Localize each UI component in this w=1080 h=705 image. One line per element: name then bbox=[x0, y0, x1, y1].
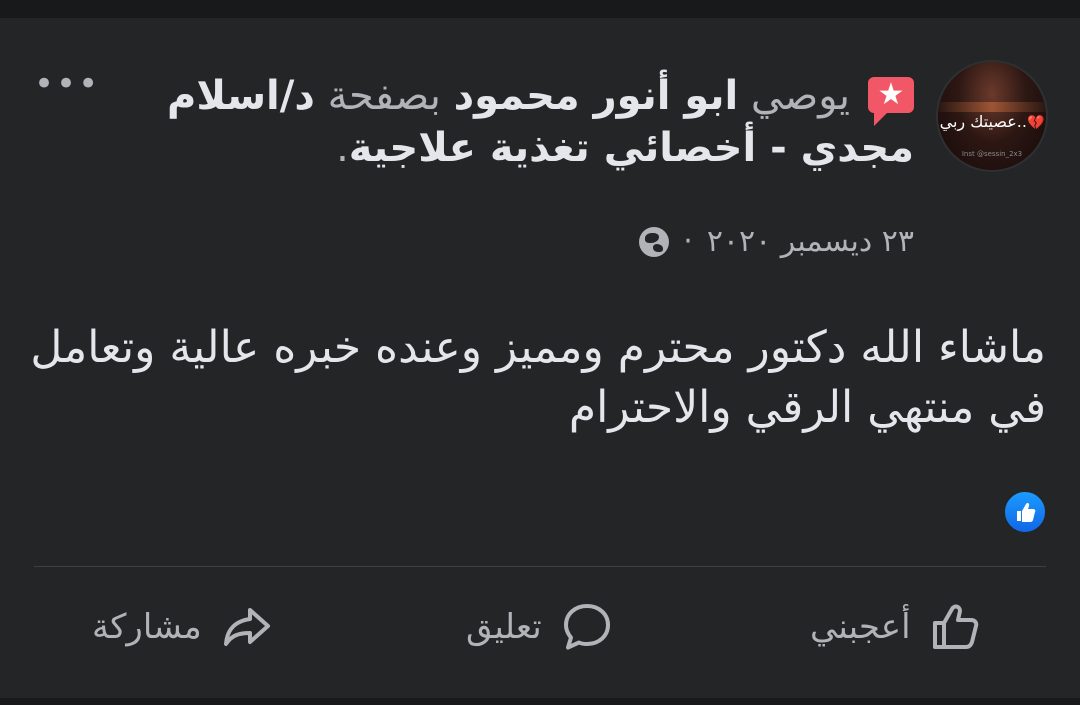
recommendation-star-icon: ★ bbox=[868, 77, 914, 126]
broken-heart-icon: 💔 bbox=[1026, 115, 1045, 131]
globe-icon bbox=[639, 227, 670, 257]
share-arrow-icon bbox=[223, 608, 270, 646]
post-meta: ٢٣ ديسمبر ٢٠٢٠ · bbox=[639, 222, 914, 262]
like-button[interactable]: أعجبني bbox=[810, 592, 983, 662]
post-body-text: ماشاء الله دكتور محترم ومميز وعنده خبره … bbox=[30, 322, 1046, 433]
more-options-icon[interactable]: ••• bbox=[34, 67, 98, 101]
connector-text: بصفحة bbox=[327, 73, 441, 119]
post-date[interactable]: ٢٣ ديسمبر ٢٠٢٠ bbox=[707, 222, 914, 262]
share-label: مشاركة bbox=[92, 607, 202, 647]
meta-separator: · bbox=[683, 224, 693, 259]
thumbs-up-icon bbox=[932, 604, 978, 649]
actions-divider bbox=[34, 566, 1046, 567]
header-period: . bbox=[336, 125, 349, 171]
comment-bubble-icon bbox=[563, 604, 610, 650]
avatar-watermark: Inst @sessin_2x3 bbox=[961, 150, 1023, 158]
avatar-caption: عصيتك ربي..💔 bbox=[938, 112, 1046, 131]
author-name[interactable]: ابو أنور محمود bbox=[454, 73, 739, 119]
like-reaction-icon[interactable] bbox=[1003, 490, 1047, 534]
avatar-caption-text: عصيتك ربي.. bbox=[939, 112, 1027, 131]
like-label: أعجبني bbox=[810, 607, 911, 647]
avatar-sunset bbox=[938, 102, 1046, 112]
recommends-verb: يوصي bbox=[750, 73, 850, 119]
comment-label: تعليق bbox=[466, 607, 542, 647]
post-header: ★ يوصي ابو أنور محمود بصفحة د/اسلام مجدي … bbox=[114, 70, 914, 174]
comment-button[interactable]: تعليق bbox=[466, 592, 614, 662]
author-avatar[interactable]: عصيتك ربي..💔 Inst @sessin_2x3 bbox=[938, 62, 1046, 170]
share-button[interactable]: مشاركة bbox=[92, 592, 274, 662]
